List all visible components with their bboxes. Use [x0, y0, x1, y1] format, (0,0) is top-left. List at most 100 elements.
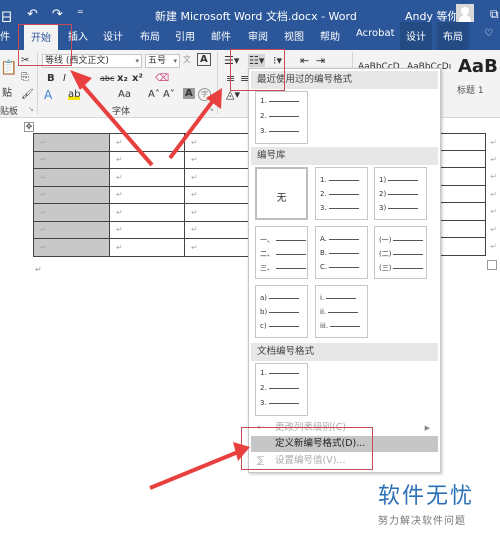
numbering-line: (三): [379, 263, 424, 273]
clear-formatting-icon[interactable]: ⌫: [155, 73, 169, 84]
tab-table-layout[interactable]: 布局: [437, 22, 469, 50]
numbering-line: i.: [320, 294, 357, 302]
char-border-icon[interactable]: A: [197, 53, 211, 66]
numbering-line: a): [260, 294, 300, 302]
number-label: 三、: [260, 264, 274, 272]
tab-help[interactable]: 帮助: [320, 28, 340, 43]
annotation-box-home-tab: [18, 24, 72, 66]
table-cell[interactable]: ↵: [441, 203, 497, 221]
tab-mailings[interactable]: 邮件: [211, 28, 231, 43]
char-shading-button[interactable]: A: [183, 88, 195, 99]
end-of-row-mark: ↵: [490, 207, 497, 216]
clipboard-launcher-icon[interactable]: ↘: [28, 105, 34, 113]
table-cell[interactable]: ↵: [441, 133, 497, 151]
style-preview: AaB: [458, 56, 498, 77]
number-label: c): [260, 322, 267, 330]
numbering-line: C.: [320, 263, 360, 271]
number-label: 1): [379, 176, 387, 184]
annotation-box-numbering-button: [230, 49, 285, 91]
numbering-tile-upper-alpha[interactable]: A. B. C.: [315, 226, 368, 279]
table-cell[interactable]: ↵: [109, 150, 185, 169]
number-label: B.: [320, 249, 328, 257]
table-cell[interactable]: ↵: [33, 150, 110, 169]
table-move-handle-icon[interactable]: ✥: [24, 122, 34, 132]
numbering-tile-decimal-period[interactable]: 1. 2. 3.: [315, 167, 368, 220]
numbering-tile-document[interactable]: 1. 2. 3.: [255, 363, 308, 416]
table-cell[interactable]: ↵: [33, 203, 110, 222]
table-cell[interactable]: ↵: [109, 185, 185, 204]
style-heading-1[interactable]: AaB 标题 1: [455, 52, 500, 100]
table-right-columns[interactable]: ↵ ↵ ↵ ↵ ↵ ↵ ↵: [441, 133, 497, 256]
number-label: 3.: [260, 127, 267, 135]
numbering-tile-lower-roman[interactable]: i. ii. iii.: [315, 285, 368, 338]
table-cell[interactable]: ↵: [441, 238, 497, 256]
table-cell[interactable]: ↵: [33, 185, 110, 204]
phonetic-guide-icon[interactable]: 文: [183, 54, 191, 65]
tell-me-icon[interactable]: ♡: [484, 28, 493, 39]
change-case-button[interactable]: Aa: [118, 89, 131, 100]
tab-table-design[interactable]: 设计: [400, 22, 432, 50]
italic-button[interactable]: I: [63, 73, 66, 84]
tab-view[interactable]: 视图: [284, 28, 304, 43]
tab-review[interactable]: 审阅: [248, 28, 268, 43]
table-cell[interactable]: ↵: [109, 168, 185, 187]
strikethrough-button[interactable]: abc: [100, 74, 114, 83]
increase-indent-button[interactable]: ⇥: [316, 54, 325, 67]
enclose-char-button[interactable]: 字: [198, 88, 211, 101]
table-cell[interactable]: ↵: [441, 185, 497, 203]
number-label: 3.: [260, 399, 267, 407]
table-cell[interactable]: ↵: [109, 220, 185, 239]
superscript-button[interactable]: x²: [132, 73, 143, 84]
table-cell[interactable]: ↵: [33, 168, 110, 187]
bold-button[interactable]: B: [47, 73, 55, 84]
numbering-tile-none[interactable]: 无: [255, 167, 308, 220]
chevron-down-icon: ▾: [135, 57, 139, 65]
number-label: 二、: [260, 250, 274, 258]
numbering-line: 二、: [260, 249, 306, 259]
watermark: 软件无忧 努力解决软件问题: [378, 478, 474, 527]
none-label: 无: [276, 193, 287, 204]
numbering-tile-chinese[interactable]: 一、 二、 三、: [255, 226, 308, 279]
table-cell[interactable]: ↵: [33, 220, 110, 239]
tab-acrobat[interactable]: Acrobat: [356, 28, 395, 39]
shrink-font-button[interactable]: A˅: [163, 89, 175, 100]
tab-layout[interactable]: 布局: [140, 28, 160, 43]
table-cell[interactable]: ↵: [109, 133, 185, 152]
paste-label[interactable]: 贴: [2, 84, 12, 99]
table-cell[interactable]: ↵: [441, 168, 497, 186]
tab-file[interactable]: 件: [0, 28, 10, 43]
tab-references[interactable]: 引用: [175, 28, 195, 43]
format-painter-icon[interactable]: 🖌: [21, 89, 34, 100]
table-cell[interactable]: ↵: [33, 133, 110, 152]
restore-icon[interactable]: ⧉: [490, 7, 499, 22]
number-label: 3): [379, 204, 387, 212]
numbering-line: 2): [379, 190, 419, 198]
watermark-subtitle: 努力解决软件问题: [378, 516, 466, 527]
paste-icon[interactable]: 📋: [0, 60, 17, 76]
number-label: a): [260, 294, 268, 302]
numbering-tile-chinese-paren[interactable]: (一) (二) (三): [374, 226, 427, 279]
subscript-button[interactable]: x₂: [117, 73, 128, 84]
number-label: 1.: [260, 369, 267, 377]
copy-icon[interactable]: ⎘: [21, 72, 29, 83]
numbering-tile-lower-alpha[interactable]: a) b) c): [255, 285, 308, 338]
grow-font-button[interactable]: A˄: [148, 89, 160, 100]
font-size-input[interactable]: 五号 ▾: [145, 54, 180, 68]
table[interactable]: ↵ ↵ ↵ ↵ ↵ ↵ ↵ ↵ ↵ ↵ ↵ ↵ ↵ ↵ ↵ ↵ ↵ ↵ ↵ ↵ ↵: [33, 133, 260, 257]
text-effects-button[interactable]: A: [44, 88, 52, 102]
tab-design[interactable]: 设计: [103, 28, 123, 43]
numbering-tile-recent[interactable]: 1. 2. 3.: [255, 91, 308, 144]
table-cell[interactable]: ↵: [441, 220, 497, 238]
avatar[interactable]: [456, 4, 474, 22]
highlight-button[interactable]: ab: [68, 89, 81, 100]
decrease-indent-button[interactable]: ⇤: [300, 54, 309, 67]
table-cell[interactable]: ↵: [109, 238, 185, 257]
number-label: 3.: [320, 204, 327, 212]
table-cell[interactable]: ↵: [109, 203, 185, 222]
font-launcher-icon[interactable]: ↘: [208, 105, 214, 113]
table-resize-handle[interactable]: [487, 260, 497, 270]
number-label: i.: [320, 294, 325, 302]
table-cell[interactable]: ↵: [33, 238, 110, 257]
numbering-tile-decimal-paren[interactable]: 1) 2) 3): [374, 167, 427, 220]
table-cell[interactable]: ↵: [441, 150, 497, 168]
